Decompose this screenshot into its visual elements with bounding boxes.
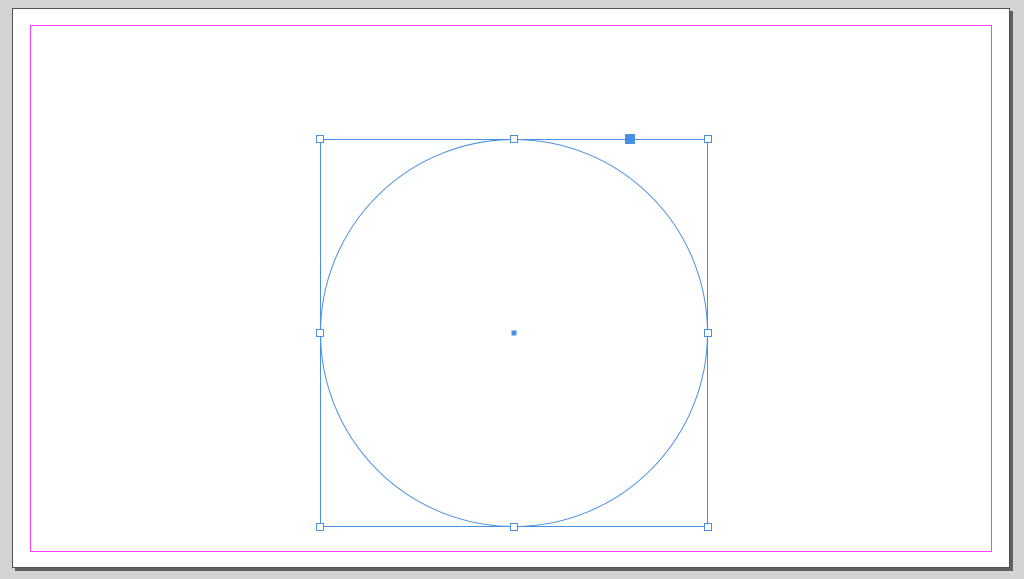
selection-handle-e[interactable] <box>704 329 712 337</box>
selection-center-point[interactable] <box>512 331 517 336</box>
selection-handle-w[interactable] <box>316 329 324 337</box>
selection-handle-ne-ref[interactable] <box>625 134 635 144</box>
selection-handle-se[interactable] <box>704 523 712 531</box>
selection-handle-s[interactable] <box>510 523 518 531</box>
selection-handle-nw[interactable] <box>316 135 324 143</box>
selection-handle-ne[interactable] <box>704 135 712 143</box>
selection-handle-n[interactable] <box>510 135 518 143</box>
pasteboard[interactable] <box>0 0 1024 579</box>
selection-handle-sw[interactable] <box>316 523 324 531</box>
document-page[interactable] <box>12 8 1010 568</box>
